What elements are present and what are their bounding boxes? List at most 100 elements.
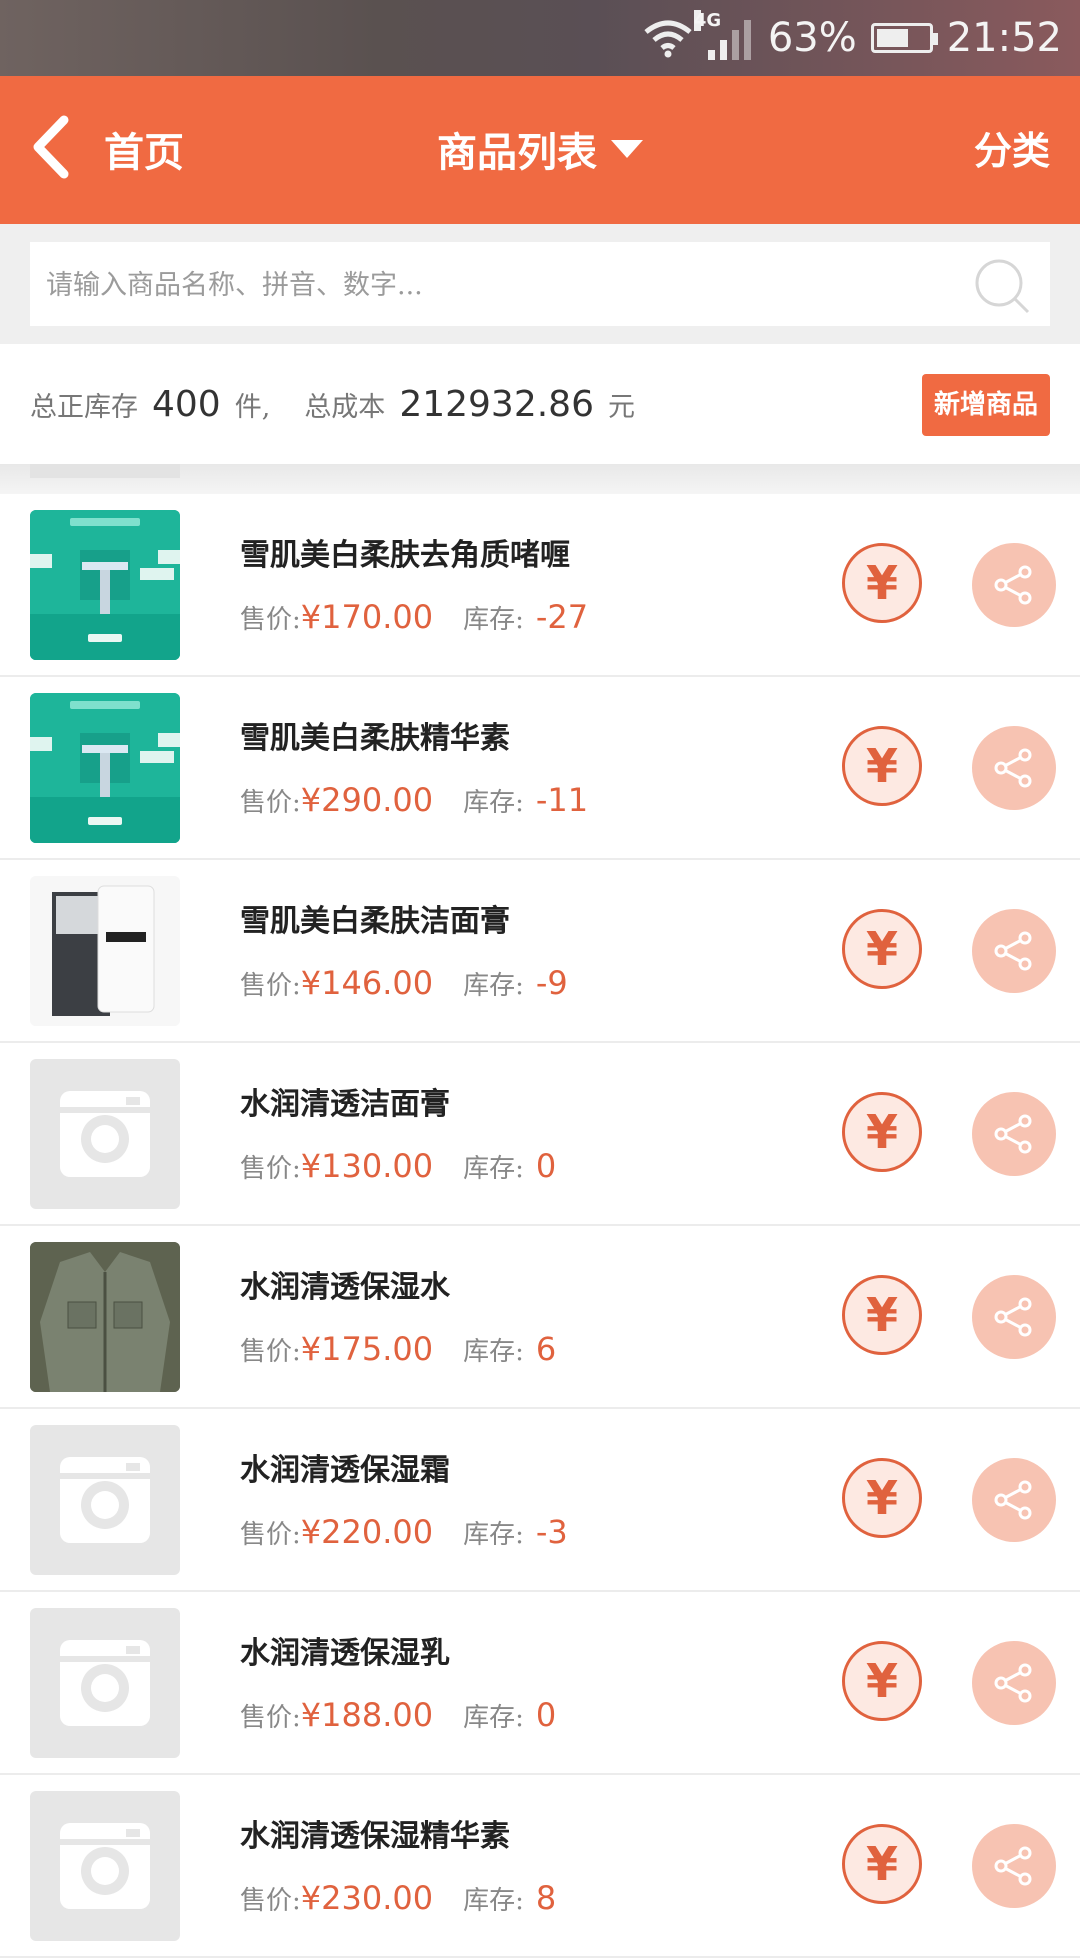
product-row[interactable]: 雪肌美白柔肤洁面膏 售价: ¥146.00 库存: -9 ¥ xyxy=(0,860,1080,1043)
share-button[interactable] xyxy=(972,1458,1056,1542)
product-meta: 售价: ¥220.00 库存: -3 xyxy=(240,1513,568,1551)
product-row[interactable]: 水润清透保湿精华素 售价: ¥230.00 库存: 8 ¥ xyxy=(0,1775,1080,1958)
search-area xyxy=(0,224,1080,344)
network-type: 4G xyxy=(693,10,722,31)
price-button[interactable]: ¥ xyxy=(842,1641,922,1721)
product-row[interactable]: 水润清透保湿霜 售价: ¥220.00 库存: -3 ¥ xyxy=(0,1409,1080,1592)
share-button[interactable] xyxy=(972,909,1056,993)
share-icon xyxy=(994,1663,1032,1703)
product-meta: 售价: ¥170.00 库存: -27 xyxy=(240,598,588,636)
page-title: 商品列表 xyxy=(437,129,597,176)
stock-label: 库存: xyxy=(463,1337,524,1367)
total-stock-label: 总正库存 xyxy=(30,392,138,423)
stock-label: 库存: xyxy=(463,1703,524,1733)
stock-label: 库存: xyxy=(463,605,524,635)
price-label: 售价: xyxy=(240,1337,301,1367)
status-icons: 4G 63% 21:52 xyxy=(642,8,1062,68)
product-name: 水润清透保湿精华素 xyxy=(240,1819,510,1854)
list-top-divider xyxy=(0,464,1080,494)
yen-icon: ¥ xyxy=(865,1837,898,1891)
product-price: ¥175.00 xyxy=(300,1330,434,1368)
total-stock-unit: 件, xyxy=(234,392,271,423)
product-stock: 0 xyxy=(535,1696,557,1734)
inventory-summary: 总正库存 400 件, 总成本 212932.86 元 新增商品 xyxy=(0,344,1080,464)
product-price: ¥290.00 xyxy=(300,781,434,819)
product-row[interactable]: 雪肌美白柔肤精华素 售价: ¥290.00 库存: -11 ¥ xyxy=(0,677,1080,860)
total-cost-label: 总成本 xyxy=(304,392,386,423)
search-icon[interactable] xyxy=(972,256,1032,316)
price-button[interactable]: ¥ xyxy=(842,726,922,806)
product-thumbnail xyxy=(30,693,180,843)
search-box xyxy=(30,242,1050,328)
price-button[interactable]: ¥ xyxy=(842,1824,922,1904)
product-thumbnail xyxy=(30,1791,180,1941)
product-image xyxy=(30,693,180,843)
total-cost-value: 212932.86 xyxy=(399,384,594,425)
summary-text: 总正库存 400 件, 总成本 212932.86 元 xyxy=(30,384,635,425)
product-price: ¥170.00 xyxy=(300,598,434,636)
product-stock: -3 xyxy=(535,1513,568,1551)
share-icon xyxy=(994,1846,1032,1886)
product-stock: -27 xyxy=(535,598,589,636)
stock-label: 库存: xyxy=(463,971,524,1001)
share-button[interactable] xyxy=(972,1824,1056,1908)
product-row[interactable]: 水润清透保湿水 售价: ¥175.00 库存: 6 ¥ xyxy=(0,1226,1080,1409)
total-cost-unit: 元 xyxy=(608,392,635,423)
clock: 21:52 xyxy=(946,15,1062,61)
total-stock-value: 400 xyxy=(152,384,221,425)
product-thumbnail xyxy=(30,1608,180,1758)
product-meta: 售价: ¥175.00 库存: 6 xyxy=(240,1330,556,1368)
stock-label: 库存: xyxy=(463,1154,524,1184)
product-meta: 售价: ¥130.00 库存: 0 xyxy=(240,1147,556,1185)
price-label: 售价: xyxy=(240,971,301,1001)
signal-icon: 4G xyxy=(693,10,754,60)
product-image xyxy=(30,510,180,660)
product-name: 雪肌美白柔肤去角质啫喱 xyxy=(240,538,570,573)
battery-icon xyxy=(870,23,938,53)
share-icon xyxy=(994,565,1032,605)
page-title-wrap: 商品列表 xyxy=(0,120,1080,178)
share-button[interactable] xyxy=(972,1092,1056,1176)
title-dropdown[interactable]: 商品列表 xyxy=(437,120,643,178)
price-label: 售价: xyxy=(240,1520,301,1550)
product-name: 雪肌美白柔肤洁面膏 xyxy=(240,904,510,939)
product-row[interactable]: 雪肌美白柔肤去角质啫喱 售价: ¥170.00 库存: -27 ¥ xyxy=(0,494,1080,677)
product-stock: 6 xyxy=(535,1330,557,1368)
product-row[interactable]: 水润清透保湿乳 售价: ¥188.00 库存: 0 ¥ xyxy=(0,1592,1080,1775)
price-button[interactable]: ¥ xyxy=(842,909,922,989)
product-name: 水润清透保湿乳 xyxy=(240,1636,450,1671)
category-button[interactable]: 分类 xyxy=(974,120,1050,175)
product-row[interactable]: 水润清透洁面膏 售价: ¥130.00 库存: 0 ¥ xyxy=(0,1043,1080,1226)
yen-icon: ¥ xyxy=(865,556,898,610)
price-button[interactable]: ¥ xyxy=(842,1458,922,1538)
yen-icon: ¥ xyxy=(865,1471,898,1525)
product-name: 雪肌美白柔肤精华素 xyxy=(240,721,510,756)
share-button[interactable] xyxy=(972,1641,1056,1725)
product-price: ¥188.00 xyxy=(300,1696,434,1734)
share-button[interactable] xyxy=(972,1275,1056,1359)
product-thumbnail xyxy=(30,1425,180,1575)
share-button[interactable] xyxy=(972,543,1056,627)
wifi-icon xyxy=(642,18,694,58)
product-thumbnail xyxy=(30,876,180,1026)
share-icon xyxy=(994,1114,1032,1154)
share-icon xyxy=(994,1297,1032,1337)
price-label: 售价: xyxy=(240,605,301,635)
image-placeholder-icon xyxy=(60,1457,150,1543)
search-input[interactable] xyxy=(44,242,948,328)
price-button[interactable]: ¥ xyxy=(842,1092,922,1172)
price-button[interactable]: ¥ xyxy=(842,543,922,623)
product-list: 雪肌美白柔肤去角质啫喱 售价: ¥170.00 库存: -27 ¥ 雪肌美白柔肤… xyxy=(0,494,1080,1958)
product-meta: 售价: ¥188.00 库存: 0 xyxy=(240,1696,556,1734)
price-button[interactable]: ¥ xyxy=(842,1275,922,1355)
product-price: ¥220.00 xyxy=(300,1513,434,1551)
partial-row xyxy=(30,464,180,478)
product-stock: -11 xyxy=(535,781,589,819)
share-button[interactable] xyxy=(972,726,1056,810)
add-product-button[interactable]: 新增商品 xyxy=(922,374,1050,436)
product-meta: 售价: ¥230.00 库存: 8 xyxy=(240,1879,556,1917)
share-icon xyxy=(994,748,1032,788)
product-image xyxy=(30,1242,180,1392)
product-price: ¥230.00 xyxy=(300,1879,434,1917)
share-icon xyxy=(994,1480,1032,1520)
